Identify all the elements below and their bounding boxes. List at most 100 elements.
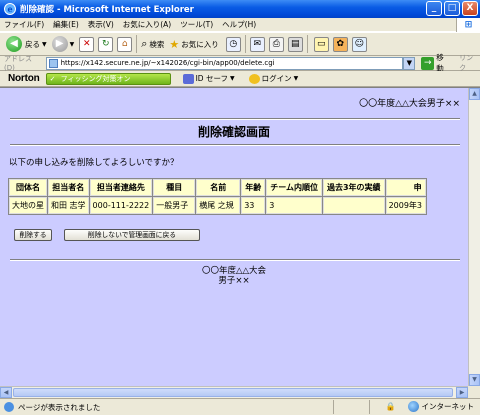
maximize-button[interactable]: □ <box>444 1 460 16</box>
cell-category: 一般男子 <box>153 197 196 214</box>
menu-file[interactable]: ファイル(F) <box>4 19 44 30</box>
discuss-icon[interactable]: ✿ <box>332 36 348 52</box>
ie-icon: e <box>4 3 16 15</box>
page-viewport: 〇〇年度△△大会男子×× 削除確認画面 以下の申し込みを削除してよろしいですか？… <box>0 87 480 398</box>
refresh-icon[interactable]: ↻ <box>98 36 114 52</box>
menu-help[interactable]: ヘルプ(H) <box>222 19 256 30</box>
id-safe-label: ID セーフ <box>195 74 228 83</box>
favorites-button[interactable]: ★ お気に入り <box>169 38 218 51</box>
id-safe-button[interactable]: ID セーフ ▼ <box>182 73 235 84</box>
vertical-scrollbar[interactable]: ▲ ▼ <box>468 88 480 386</box>
cell-team-name: 大地の星 <box>9 197 47 214</box>
back-label: 戻る <box>25 39 40 49</box>
cell-contact-person: 和田 志学 <box>48 197 89 214</box>
home-icon[interactable]: ⌂ <box>117 36 133 52</box>
cell-application-date: 2009年3 <box>385 197 426 214</box>
chevron-down-icon: ▼ <box>230 75 235 82</box>
windows-logo-icon: ⊞ <box>456 18 480 32</box>
lock-icon: 🔒 <box>385 402 396 411</box>
entry-table: 団体名 担当者名 担当者連絡先 種目 名前 年齢 チーム内順位 過去3年の実績 … <box>8 178 427 215</box>
page-title: 削除確認画面 <box>197 125 270 139</box>
go-arrow-icon: → <box>421 56 435 70</box>
search-button[interactable]: ⌕ 検索 <box>141 37 164 51</box>
minimize-button[interactable]: _ <box>426 1 442 16</box>
table-header-row: 団体名 担当者名 担当者連絡先 種目 名前 年齢 チーム内順位 過去3年の実績 … <box>9 179 426 196</box>
phishing-protection-button[interactable]: フィッシング対策オン <box>45 72 171 85</box>
col-contact-person: 担当者名 <box>48 179 89 196</box>
address-bar: アドレス(D) https://x142.secure.ne.jp/~x1420… <box>0 53 480 73</box>
menu-edit[interactable]: 編集(E) <box>53 19 79 30</box>
address-input[interactable]: https://x142.secure.ne.jp/~x142026/cgi-b… <box>45 56 404 70</box>
back-to-admin-button[interactable]: 削除しないで管理画面に戻る <box>64 229 200 241</box>
delete-button[interactable]: 削除する <box>14 229 52 241</box>
col-category: 種目 <box>153 179 196 196</box>
horizontal-scrollbar[interactable]: ◀ ▶ <box>0 386 468 398</box>
divider <box>10 118 460 120</box>
col-past-results: 過去3年の実績 <box>322 179 385 196</box>
notes-icon[interactable]: ▭ <box>313 36 329 52</box>
search-label: 検索 <box>149 39 165 49</box>
links-button[interactable]: リンク <box>459 53 480 73</box>
chevron-down-icon: ▼ <box>42 40 47 48</box>
page-icon <box>48 58 58 68</box>
mail-icon[interactable]: ✉ <box>249 36 265 52</box>
print-icon[interactable]: ⎙ <box>268 36 284 52</box>
chevron-down-icon: ▼ <box>69 40 75 48</box>
menu-view[interactable]: 表示(V) <box>88 19 114 30</box>
divider <box>10 144 460 146</box>
cell-name: 横尾 之規 <box>196 197 241 214</box>
stop-icon[interactable]: ✕ <box>79 36 95 52</box>
col-age: 年齢 <box>241 179 266 196</box>
scroll-down-icon[interactable]: ▼ <box>469 374 480 386</box>
login-label: ログイン <box>261 74 292 83</box>
ie-page-icon <box>4 402 14 412</box>
divider <box>10 259 460 261</box>
footer: 〇〇年度△△大会 男子×× <box>0 266 468 286</box>
zone-label: インターネット <box>421 402 475 411</box>
col-contact-phone: 担当者連絡先 <box>89 179 153 196</box>
address-dropdown[interactable]: ▼ <box>403 56 416 70</box>
id-card-icon <box>182 73 194 84</box>
standard-toolbar: ◀ 戻る ▼ ▶ ▼ ✕ ↻ ⌂ ⌕ 検索 ★ お気に入り ◷ ✉ ⎙ ▤ ▭ … <box>0 32 480 56</box>
back-button[interactable]: ◀ 戻る ▼ <box>6 36 47 52</box>
close-button[interactable]: X <box>462 1 478 16</box>
edit-icon[interactable]: ▤ <box>287 36 303 52</box>
window-title: 削除確認 - Microsoft Internet Explorer <box>20 5 194 15</box>
favorites-label: お気に入り <box>181 39 219 49</box>
col-name: 名前 <box>196 179 241 196</box>
scroll-right-icon[interactable]: ▶ <box>456 387 468 398</box>
norton-toolbar: Norton フィッシング対策オン ID セーフ ▼ ログイン ▼ <box>0 71 480 87</box>
window-titlebar[interactable]: e 削除確認 - Microsoft Internet Explorer _ □… <box>0 0 480 18</box>
norton-logo: Norton <box>8 73 40 84</box>
scroll-corner <box>468 386 480 398</box>
login-button[interactable]: ログイン ▼ <box>248 73 299 84</box>
address-url: https://x142.secure.ne.jp/~x142026/cgi-b… <box>60 58 275 67</box>
chevron-down-icon: ▼ <box>293 75 299 82</box>
footer-line-2: 男子×× <box>218 276 250 286</box>
col-team-name: 団体名 <box>9 179 47 196</box>
menu-favorites[interactable]: お気に入り(A) <box>123 19 171 30</box>
scroll-up-icon[interactable]: ▲ <box>469 88 480 100</box>
cell-past-results <box>322 197 385 214</box>
status-text: ページが表示されました <box>18 402 101 412</box>
address-label: アドレス(D) <box>4 55 32 72</box>
delete-confirm-message: 以下の申し込みを削除してよろしいですか？ <box>9 158 179 168</box>
cell-age: 33 <box>241 197 266 214</box>
scroll-left-icon[interactable]: ◀ <box>0 387 12 398</box>
key-icon <box>248 73 260 84</box>
status-divider <box>333 400 334 414</box>
cell-contact-phone: 000-111-2222 <box>89 197 153 214</box>
col-application-date: 申 <box>385 179 426 196</box>
history-icon[interactable]: ◷ <box>225 36 241 52</box>
search-icon: ⌕ <box>141 37 148 50</box>
status-divider <box>369 400 370 414</box>
horizontal-scroll-thumb[interactable] <box>13 388 453 397</box>
messenger-icon[interactable]: ☺ <box>351 36 367 52</box>
forward-arrow-icon: ▶ <box>51 36 68 52</box>
status-bar: ページが表示されました 🔒 インターネット <box>0 398 480 415</box>
forward-button[interactable]: ▶ ▼ <box>51 36 75 52</box>
footer-line-1: 〇〇年度△△大会 <box>201 266 267 276</box>
menu-tools[interactable]: ツール(T) <box>180 19 213 30</box>
security-zone: 🔒 インターネット <box>386 401 474 412</box>
globe-icon <box>407 401 419 412</box>
